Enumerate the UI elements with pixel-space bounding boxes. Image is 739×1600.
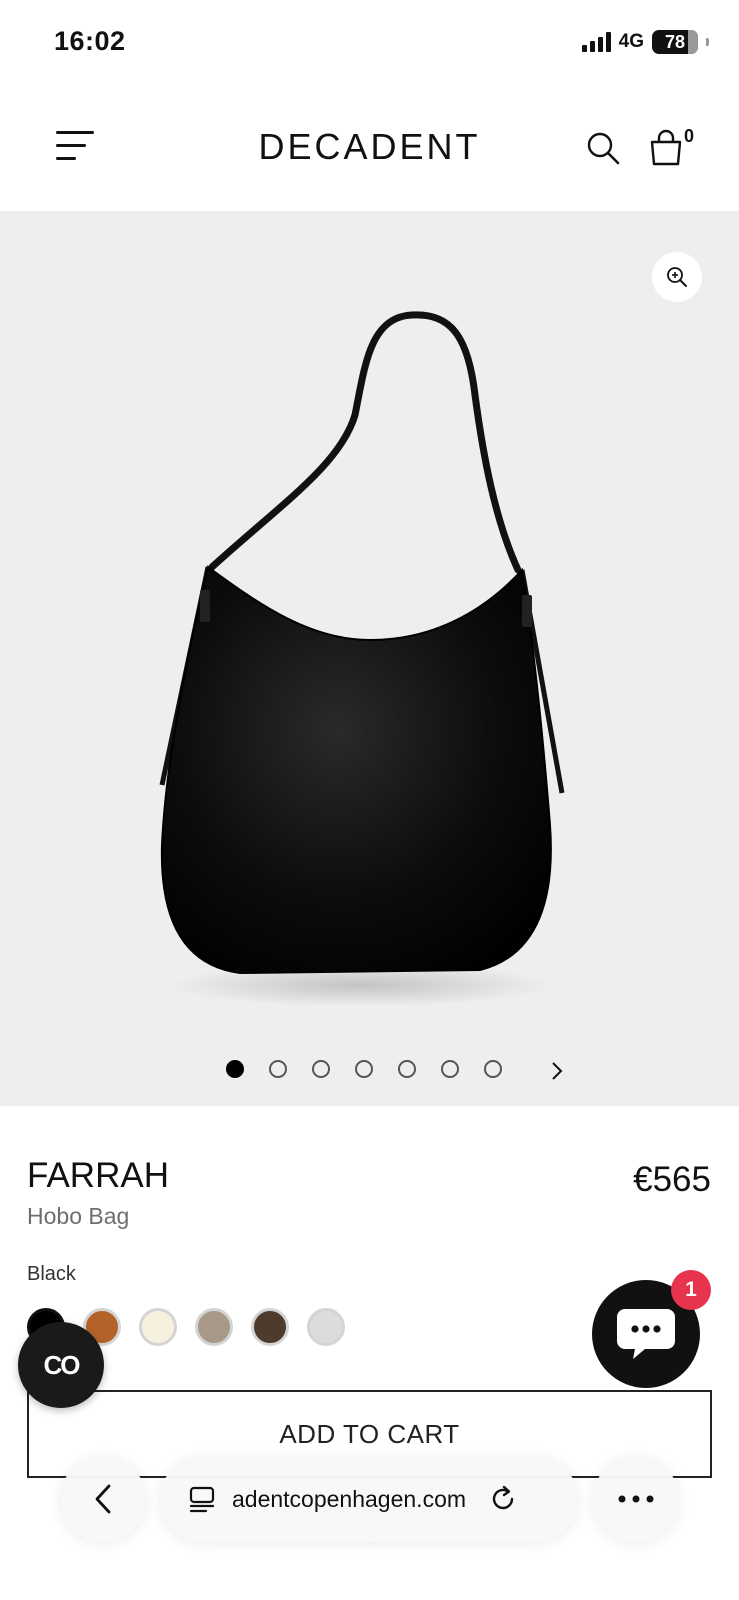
product-price: €565: [633, 1160, 711, 1199]
gallery-pagination: [226, 1060, 527, 1078]
gallery-dot[interactable]: [484, 1060, 502, 1078]
battery-icon: 78: [652, 30, 698, 54]
battery-tip: [706, 38, 709, 46]
more-icon[interactable]: [593, 1456, 679, 1542]
color-swatch[interactable]: [251, 1308, 289, 1346]
zoom-in-icon[interactable]: [652, 252, 702, 302]
chevron-right-icon[interactable]: [544, 1058, 570, 1084]
chat-notification-badge: 1: [671, 1270, 711, 1310]
network-type: 4G: [618, 31, 644, 52]
url-text: adentcopenhagen.com: [232, 1485, 467, 1512]
brand-logo[interactable]: DECADENT: [0, 126, 739, 168]
gallery-dot[interactable]: [226, 1060, 244, 1078]
battery-level: 78: [664, 31, 686, 52]
reload-icon[interactable]: [488, 1484, 518, 1514]
color-swatch[interactable]: [139, 1308, 177, 1346]
product-type: Hobo Bag: [27, 1203, 130, 1229]
status-indicators: 4G 78: [581, 30, 709, 54]
back-icon[interactable]: [60, 1456, 146, 1542]
gallery-dot[interactable]: [441, 1060, 459, 1078]
color-swatch[interactable]: [307, 1308, 345, 1346]
gallery-dot[interactable]: [398, 1060, 416, 1078]
search-icon[interactable]: [585, 130, 621, 166]
tabs-icon[interactable]: [188, 1485, 216, 1513]
address-bar[interactable]: adentcopenhagen.com: [160, 1456, 578, 1542]
product-image: [159, 311, 565, 1005]
cart-count: 0: [684, 126, 695, 146]
selected-color-label: Black: [27, 1263, 76, 1285]
status-time: 16:02: [54, 26, 126, 56]
product-name: FARRAH: [27, 1156, 169, 1195]
gallery-dot[interactable]: [355, 1060, 373, 1078]
co-button[interactable]: CO: [18, 1322, 104, 1408]
gallery-dot[interactable]: [269, 1060, 287, 1078]
gallery-dot[interactable]: [312, 1060, 330, 1078]
color-swatch[interactable]: [195, 1308, 233, 1346]
signal-icon: [581, 32, 611, 52]
